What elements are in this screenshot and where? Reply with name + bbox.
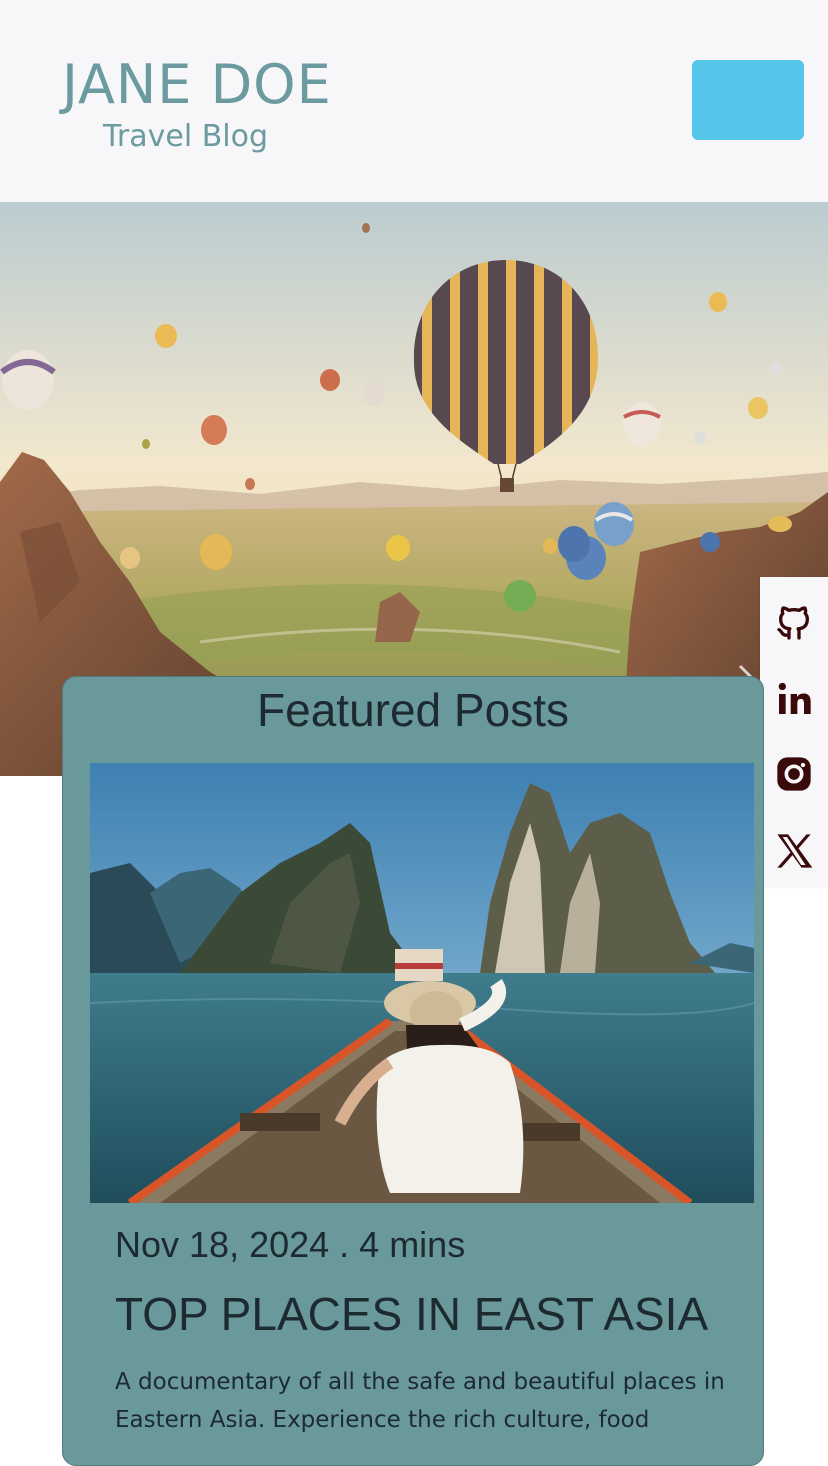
post-meta: Nov 18, 2024 . 4 mins xyxy=(115,1227,465,1263)
github-link[interactable] xyxy=(774,603,814,643)
featured-posts-heading: Featured Posts xyxy=(257,684,569,736)
meta-separator: . xyxy=(329,1224,360,1265)
github-icon xyxy=(777,606,809,640)
x-icon xyxy=(777,834,813,868)
instagram-icon xyxy=(777,757,811,791)
post-excerpt: A documentary of all the safe and beauti… xyxy=(115,1369,725,1433)
post-title[interactable]: TOP PLACES IN EAST ASIA xyxy=(115,1291,708,1337)
x-link[interactable] xyxy=(774,831,814,871)
social-links xyxy=(760,577,828,887)
brand-name[interactable]: JANE DOE xyxy=(62,58,332,112)
featured-posts-card: Featured Posts Nov 18, 2024 . 4 mins TOP… xyxy=(62,676,764,1466)
menu-button[interactable] xyxy=(692,60,804,140)
site-header: JANE DOE Travel Blog xyxy=(0,0,828,202)
post-image[interactable] xyxy=(90,763,754,1203)
instagram-link[interactable] xyxy=(774,754,814,794)
post-read-time: 4 mins xyxy=(359,1224,466,1265)
post-photo xyxy=(90,763,754,1203)
linkedin-link[interactable] xyxy=(774,679,814,719)
post-date: Nov 18, 2024 xyxy=(115,1224,330,1265)
linkedin-icon xyxy=(778,682,811,714)
brand-subtitle: Travel Blog xyxy=(103,119,269,154)
